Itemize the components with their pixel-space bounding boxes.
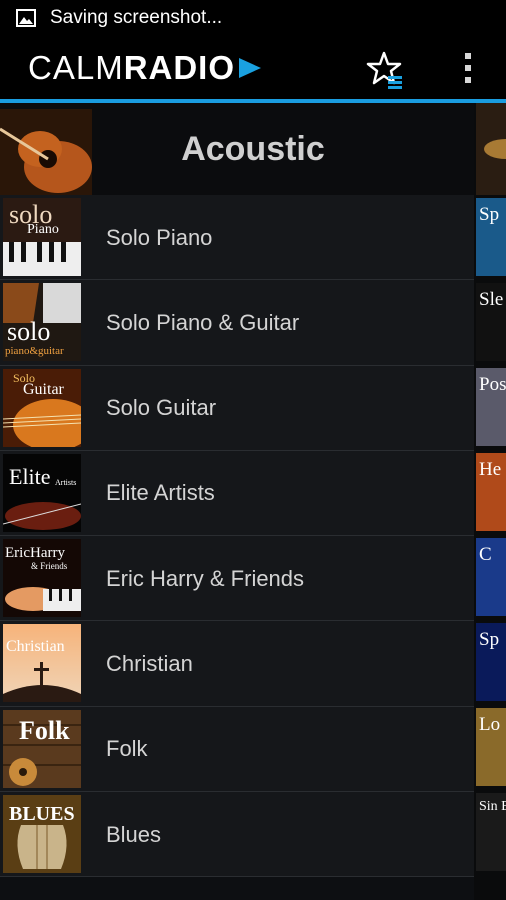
logo-radio: RADIO <box>123 49 236 86</box>
channel-list: solo Piano Solo Piano solo piano&guitar … <box>0 195 474 878</box>
status-bar: Saving screenshot... <box>0 0 506 36</box>
peek-item: Sp <box>476 198 506 276</box>
channel-artwork: Solo Guitar <box>3 368 81 447</box>
channel-artwork: solo Piano <box>3 198 81 276</box>
channel-artwork: EricHarry & Friends <box>3 539 81 618</box>
category-thumbnail <box>0 109 92 195</box>
channel-artwork: Christian <box>3 624 81 703</box>
art-title: Christian <box>6 638 65 656</box>
channel-label: Solo Piano & Guitar <box>106 309 300 335</box>
peek-label: He <box>479 459 502 480</box>
peek-item: Sle <box>476 283 506 361</box>
channel-label: Blues <box>106 821 162 847</box>
peek-label: Pos <box>479 374 506 395</box>
channel-row[interactable]: Elite Artists Elite Artists <box>0 450 474 537</box>
channel-row[interactable]: EricHarry & Friends Eric Harry & Friends <box>0 536 474 622</box>
channel-label: Eric Harry & Friends <box>106 565 305 591</box>
art-title: solo <box>7 317 51 347</box>
art-subtitle: Piano <box>27 222 59 237</box>
art-title: Folk <box>19 715 70 745</box>
peek-label: Lo <box>479 714 501 735</box>
art-title: Elite <box>9 463 51 489</box>
channel-row[interactable]: Solo Guitar Solo Guitar <box>0 365 474 451</box>
channel-row[interactable]: Christian Christian <box>0 621 474 707</box>
channel-label: Folk <box>106 736 148 762</box>
menu-dot <box>465 77 471 83</box>
peek-header-thumb <box>476 103 506 195</box>
channel-artwork: solo piano&guitar <box>3 283 81 362</box>
peek-item: He <box>476 453 506 531</box>
channel-artwork: Folk <box>3 709 81 788</box>
star-list-icon <box>366 51 402 89</box>
channel-label: Elite Artists <box>106 480 215 506</box>
overflow-menu-button[interactable] <box>456 50 480 86</box>
channel-row[interactable]: solo piano&guitar Solo Piano & Guitar <box>0 280 474 366</box>
peek-item: Sin B <box>476 793 506 871</box>
art-subtitle: piano&guitar <box>5 345 64 358</box>
category-title: Acoustic <box>181 129 325 168</box>
action-bar: CALM RADIO <box>0 36 506 100</box>
play-icon <box>239 58 262 78</box>
peek-item: C <box>476 538 506 616</box>
channel-row[interactable]: BLUES Blues <box>0 792 474 878</box>
channel-artwork: Elite Artists <box>3 453 81 532</box>
channel-artwork: BLUES <box>3 795 81 874</box>
art-subtitle: Guitar <box>23 380 64 398</box>
art-title: BLUES <box>9 803 75 826</box>
next-category-peek[interactable]: Sp Sle Pos He C Sp Lo Sin B <box>474 103 506 900</box>
peek-label: Sp <box>479 629 500 650</box>
menu-dot <box>465 65 471 71</box>
status-text: Saving screenshot... <box>50 7 223 28</box>
peek-label: C <box>479 544 492 565</box>
image-icon <box>16 9 36 27</box>
art-title: EricHarry <box>5 545 65 562</box>
favorites-button[interactable] <box>366 50 406 90</box>
channel-row[interactable]: Folk Folk <box>0 706 474 793</box>
art-subtitle: Artists <box>55 477 77 487</box>
channel-label: Solo Piano <box>106 224 213 250</box>
app-logo: CALM RADIO <box>28 36 262 100</box>
peek-item: Sp <box>476 623 506 701</box>
menu-dot <box>465 53 471 59</box>
channel-row[interactable]: solo Piano Solo Piano <box>0 195 474 281</box>
art-subtitle: & Friends <box>31 561 68 572</box>
category-header[interactable]: Acoustic <box>0 103 474 195</box>
peek-label: Sle <box>479 289 504 310</box>
peek-item: Lo <box>476 708 506 786</box>
logo-calm: CALM <box>28 49 124 86</box>
channel-label: Solo Guitar <box>106 395 217 421</box>
peek-item: Pos <box>476 368 506 446</box>
peek-label: Sp <box>479 204 500 225</box>
peek-label: Sin B <box>479 799 506 814</box>
channel-label: Christian <box>106 650 193 676</box>
